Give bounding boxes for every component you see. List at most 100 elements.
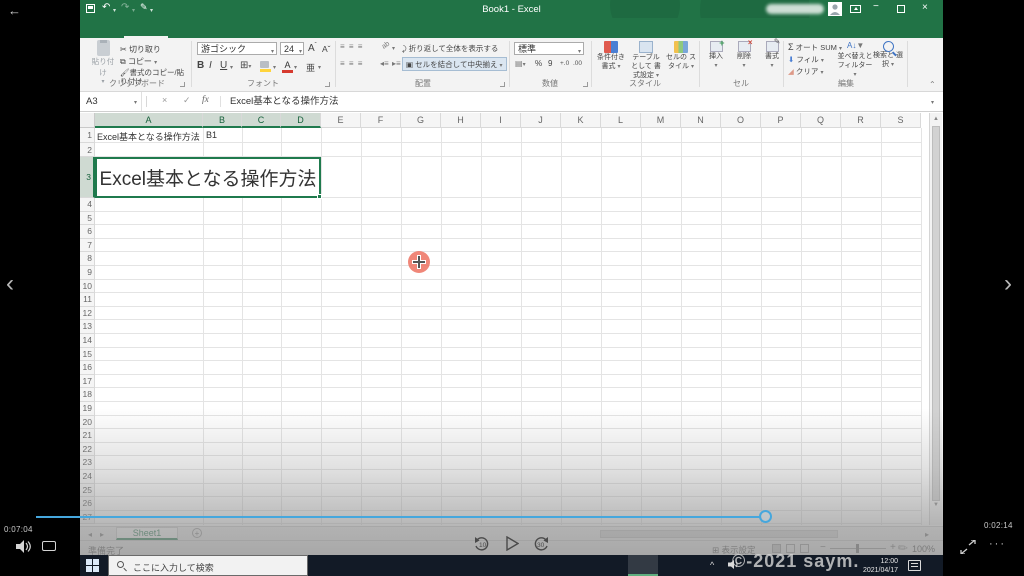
- font-name-select[interactable]: 游ゴシック ▾: [197, 42, 277, 55]
- autosum-button[interactable]: Σ オート SUM ▾: [788, 42, 842, 53]
- prev-video-chevron[interactable]: ‹: [6, 272, 14, 296]
- font-size-select[interactable]: 24 ▾: [280, 42, 304, 55]
- percent-style-button[interactable]: %: [535, 59, 542, 68]
- fullscreen-icon[interactable]: [960, 540, 976, 554]
- column-header-B[interactable]: B: [203, 113, 242, 128]
- increase-indent-icon[interactable]: ▸≡: [392, 59, 401, 68]
- sort-filter-button[interactable]: A↓▼ 並べ替えと フィルター ▾: [837, 41, 873, 79]
- row-header-2[interactable]: 2: [80, 143, 95, 157]
- tray-chevron-icon[interactable]: ^: [710, 560, 714, 570]
- column-header-R[interactable]: R: [841, 113, 881, 128]
- more-options-icon[interactable]: ···: [989, 538, 1006, 550]
- column-header-F[interactable]: F: [361, 113, 401, 128]
- row-header-8[interactable]: 8: [80, 252, 95, 266]
- row-header-21[interactable]: 21: [80, 429, 95, 443]
- ruby-dropdown-icon[interactable]: ▾: [318, 64, 321, 71]
- font-dialog-launcher[interactable]: [325, 82, 330, 87]
- alignment-dialog-launcher[interactable]: [500, 82, 505, 87]
- insert-cells-button[interactable]: + 挿入 ▾: [704, 38, 728, 71]
- column-header-M[interactable]: M: [641, 113, 681, 128]
- ribbon-display-options-icon[interactable]: [850, 5, 861, 13]
- insert-function-icon[interactable]: fx: [202, 95, 209, 105]
- row-header-6[interactable]: 6: [80, 225, 95, 239]
- fill-color-dropdown-icon[interactable]: ▾: [273, 64, 276, 71]
- column-header-N[interactable]: N: [681, 113, 721, 128]
- column-header-E[interactable]: E: [321, 113, 361, 128]
- format-cells-button[interactable]: ✎ 書式 ▾: [760, 37, 784, 71]
- column-header-D[interactable]: D: [281, 113, 321, 128]
- sheet-nav-right-icon[interactable]: ▸: [100, 530, 104, 539]
- row-header-22[interactable]: 22: [80, 442, 95, 457]
- conditional-formatting-button[interactable]: 条件付き 書式 ▾: [594, 41, 628, 72]
- bold-button[interactable]: B: [197, 60, 204, 71]
- column-header-I[interactable]: I: [481, 113, 521, 128]
- clear-button[interactable]: ◢ クリア ▾: [788, 66, 823, 77]
- progress-handle[interactable]: [759, 510, 772, 523]
- back-arrow-icon[interactable]: ←: [8, 3, 21, 18]
- vertical-scroll-thumb[interactable]: [932, 126, 940, 501]
- selected-merged-cell-A3[interactable]: Excel基本となる操作方法: [95, 157, 322, 199]
- row-header-11[interactable]: 11: [80, 293, 95, 307]
- cancel-entry-icon[interactable]: ×: [162, 95, 167, 105]
- vertical-scrollbar[interactable]: ▲ ▼: [929, 113, 942, 525]
- zoom-in-icon[interactable]: +: [890, 542, 896, 553]
- number-format-select[interactable]: 標準 ▾: [514, 42, 584, 55]
- volume-icon[interactable]: [16, 540, 31, 553]
- comma-style-button[interactable]: 9: [548, 59, 552, 68]
- close-icon[interactable]: ×: [922, 3, 928, 13]
- merge-center-button[interactable]: ▣ セルを結合して中央揃え ▾: [402, 57, 507, 71]
- name-box[interactable]: A3: [80, 92, 142, 111]
- column-header-Q[interactable]: Q: [801, 113, 841, 128]
- row-header-15[interactable]: 15: [80, 347, 95, 362]
- taskbar-search-box[interactable]: ここに入力して検索: [108, 555, 308, 576]
- formula-content[interactable]: Excel基本となる操作方法: [230, 92, 338, 111]
- column-header-H[interactable]: H: [441, 113, 481, 128]
- orientation-icon[interactable]: ab: [381, 40, 391, 50]
- font-color-icon[interactable]: A: [282, 60, 293, 73]
- cell-styles-button[interactable]: セルの スタイル ▾: [664, 41, 698, 72]
- next-video-chevron[interactable]: ›: [1004, 272, 1012, 296]
- ruby-icon[interactable]: 亜: [306, 61, 315, 74]
- row-header-14[interactable]: 14: [80, 334, 95, 348]
- row-header-25[interactable]: 25: [80, 483, 95, 498]
- borders-icon[interactable]: ⊞▾: [240, 60, 251, 71]
- row-header-3[interactable]: 3: [80, 157, 95, 198]
- maximize-icon[interactable]: [897, 5, 905, 13]
- orientation-dropdown-icon[interactable]: ▾: [392, 45, 395, 52]
- row-header-13[interactable]: 13: [80, 320, 95, 334]
- row-header-5[interactable]: 5: [80, 211, 95, 226]
- fill-handle[interactable]: [317, 194, 322, 199]
- progress-bar[interactable]: [36, 516, 760, 518]
- decrease-decimal-button[interactable]: .00: [573, 60, 582, 67]
- row-header-17[interactable]: 17: [80, 374, 95, 389]
- column-header-C[interactable]: C: [242, 113, 281, 128]
- notification-center-icon[interactable]: [908, 560, 921, 571]
- play-button[interactable]: [506, 536, 519, 551]
- h-scroll-right-icon[interactable]: ▸: [925, 530, 929, 539]
- find-select-button[interactable]: 検索と 選択 ▾: [873, 41, 903, 70]
- row-header-4[interactable]: 4: [80, 198, 95, 212]
- fill-button[interactable]: ⬇ フィル ▾: [788, 54, 824, 65]
- account-avatar[interactable]: [828, 2, 842, 16]
- row-header-20[interactable]: 20: [80, 415, 95, 430]
- row-header-10[interactable]: 10: [80, 279, 95, 294]
- row-header-24[interactable]: 24: [80, 470, 95, 484]
- confirm-entry-icon[interactable]: ✓: [183, 95, 191, 106]
- copy-button[interactable]: ⧉ コピー ▾: [120, 56, 157, 67]
- column-header-O[interactable]: O: [721, 113, 761, 128]
- select-all-corner[interactable]: [80, 113, 95, 128]
- column-header-G[interactable]: G: [401, 113, 441, 128]
- rewind-10-button[interactable]: 10: [474, 537, 491, 552]
- format-as-table-button[interactable]: テーブルとして 書式設定 ▾: [629, 41, 663, 80]
- row-header-19[interactable]: 19: [80, 402, 95, 416]
- cut-button[interactable]: ✂ 切り取り: [120, 44, 161, 55]
- accounting-format-icon[interactable]: ▤▾: [515, 59, 526, 68]
- horizontal-scroll-thumb[interactable]: [600, 530, 838, 538]
- cell-B1[interactable]: B1: [206, 130, 217, 140]
- start-button[interactable]: [86, 559, 99, 572]
- decrease-indent-icon[interactable]: ◂≡: [380, 59, 389, 68]
- clipboard-dialog-launcher[interactable]: [180, 82, 185, 87]
- shrink-font-button[interactable]: Aˇ: [322, 44, 331, 54]
- row-header-7[interactable]: 7: [80, 238, 95, 253]
- expand-formula-bar-icon[interactable]: ▾: [931, 99, 934, 106]
